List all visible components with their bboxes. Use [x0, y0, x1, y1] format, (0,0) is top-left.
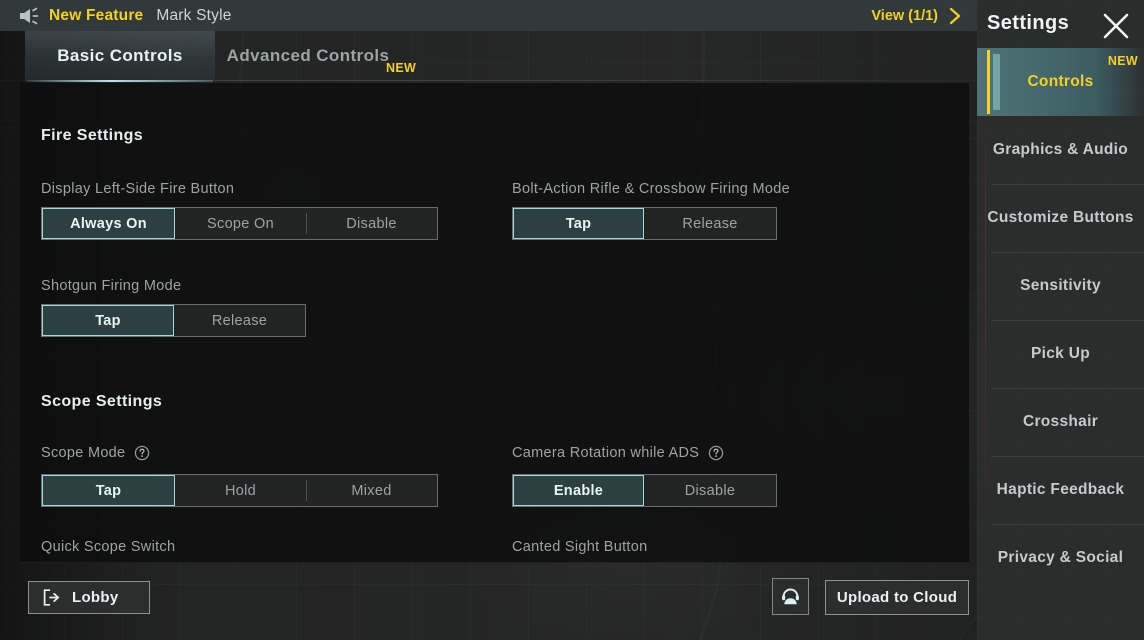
label-text: Camera Rotation while ADS	[512, 445, 700, 461]
tab-strip: Basic Controls Advanced Controls NEW	[0, 31, 977, 83]
tab-advanced-new-badge: NEW	[386, 61, 417, 75]
sidebar-item-sensitivity-label: Sensitivity	[1020, 277, 1101, 294]
label-text: Canted Sight Button	[512, 539, 648, 555]
upload-to-cloud-button[interactable]: Upload to Cloud	[825, 580, 969, 615]
segmented-scope-mode[interactable]: Tap Hold Mixed	[41, 474, 438, 507]
close-button[interactable]	[1100, 10, 1132, 42]
segmented-bolt-action-firing-mode[interactable]: Tap Release	[512, 207, 777, 240]
segmented-display-left-side-fire-button[interactable]: Always On Scope On Disable	[41, 207, 438, 240]
view-pager[interactable]: View (1/1)	[871, 7, 977, 25]
announcement-left: New Feature Mark Style	[0, 7, 232, 25]
sidebar-item-crosshair[interactable]: Crosshair	[977, 388, 1144, 456]
settings-content-panel: Fire Settings Display Left-Side Fire But…	[20, 83, 969, 563]
segment-always-on[interactable]: Always On	[42, 208, 175, 239]
upload-to-cloud-label: Upload to Cloud	[836, 589, 958, 606]
sidebar-menu: Controls NEW Graphics & Audio Customize …	[977, 48, 1144, 592]
section-title-fire-settings: Fire Settings	[41, 127, 144, 144]
segment-shotgun-tap[interactable]: Tap	[42, 305, 174, 336]
sidebar-item-controls[interactable]: Controls NEW	[977, 48, 1144, 116]
new-feature-text: Mark Style	[156, 6, 232, 24]
segment-disable[interactable]: Disable	[306, 208, 437, 239]
label-bolt-action-rifle-crossbow-firing-mode: Bolt-Action Rifle & Crossbow Firing Mode	[512, 181, 790, 197]
label-text: Quick Scope Switch	[41, 539, 176, 555]
help-icon[interactable]	[708, 445, 724, 461]
label-text: Display Left-Side Fire Button	[41, 181, 235, 197]
tab-advanced-controls[interactable]: Advanced Controls	[215, 31, 401, 81]
segment-bolt-release[interactable]: Release	[644, 208, 776, 239]
label-text: Bolt-Action Rifle & Crossbow Firing Mode	[512, 181, 790, 197]
sidebar-controls-new-badge: NEW	[1107, 54, 1138, 68]
sidebar-item-graphics-audio-label: Graphics & Audio	[992, 141, 1129, 158]
sidebar-item-sensitivity[interactable]: Sensitivity	[977, 252, 1144, 320]
segment-scope-hold[interactable]: Hold	[175, 475, 306, 506]
segment-camera-enable[interactable]: Enable	[513, 475, 644, 506]
customer-support-button[interactable]	[772, 578, 809, 615]
lobby-button-label: Lobby	[72, 589, 119, 606]
segment-camera-disable[interactable]: Disable	[644, 475, 776, 506]
sidebar-item-haptic-feedback-label: Haptic Feedback	[996, 481, 1125, 498]
sidebar-item-customize-buttons-label: Customize Buttons	[987, 209, 1134, 226]
segment-scope-mixed[interactable]: Mixed	[306, 475, 437, 506]
sidebar-item-pick-up[interactable]: Pick Up	[977, 320, 1144, 388]
segment-shotgun-release[interactable]: Release	[174, 305, 305, 336]
sidebar-item-controls-label: Controls	[1027, 73, 1094, 90]
sidebar-item-privacy-social[interactable]: Privacy & Social	[977, 524, 1144, 592]
sidebar-item-haptic-feedback[interactable]: Haptic Feedback	[977, 456, 1144, 524]
sidebar-item-customize-buttons[interactable]: Customize Buttons	[977, 184, 1144, 252]
settings-screen: New Feature Mark Style View (1/1) Basic …	[0, 0, 1144, 640]
tab-advanced-controls-label: Advanced Controls	[226, 46, 390, 65]
sidebar-header: Settings	[977, 0, 1144, 48]
label-scope-mode: Scope Mode	[41, 445, 150, 461]
section-title-scope-settings: Scope Settings	[41, 393, 163, 410]
view-count-label: View (1/1)	[871, 7, 938, 24]
settings-sidebar: Settings Controls NEW Graphics & Audio C…	[977, 0, 1144, 640]
chevron-right-icon[interactable]	[948, 7, 963, 25]
label-quick-scope-switch: Quick Scope Switch	[41, 539, 175, 555]
exit-door-icon	[43, 589, 60, 606]
help-icon[interactable]	[134, 445, 150, 461]
segment-scope-on[interactable]: Scope On	[175, 208, 306, 239]
label-camera-rotation-while-ads: Camera Rotation while ADS	[512, 445, 724, 461]
bottom-action-bar: Lobby Upload to Cloud	[0, 563, 977, 640]
sidebar-item-pick-up-label: Pick Up	[1031, 345, 1090, 362]
segmented-camera-rotation-while-ads[interactable]: Enable Disable	[512, 474, 777, 507]
segmented-shotgun-firing-mode[interactable]: Tap Release	[41, 304, 306, 337]
segment-scope-tap[interactable]: Tap	[42, 475, 175, 506]
announcement-bar: New Feature Mark Style View (1/1)	[0, 0, 977, 31]
speaker-announcement-icon	[20, 7, 39, 24]
label-shotgun-firing-mode: Shotgun Firing Mode	[41, 278, 181, 294]
headset-person-icon	[782, 588, 799, 605]
sidebar-active-accent	[993, 54, 1000, 110]
lobby-button[interactable]: Lobby	[28, 581, 150, 614]
sidebar-item-privacy-social-label: Privacy & Social	[997, 549, 1124, 566]
sidebar-item-graphics-audio[interactable]: Graphics & Audio	[977, 116, 1144, 184]
tab-basic-controls[interactable]: Basic Controls	[25, 31, 215, 82]
close-icon	[1103, 13, 1129, 39]
label-canted-sight-button: Canted Sight Button	[512, 539, 648, 555]
sidebar-title: Settings	[987, 12, 1070, 34]
tab-basic-controls-label: Basic Controls	[57, 46, 183, 65]
label-display-left-side-fire-button: Display Left-Side Fire Button	[41, 181, 234, 197]
label-text: Shotgun Firing Mode	[41, 278, 182, 294]
new-feature-tag: New Feature	[49, 6, 144, 24]
segment-bolt-tap[interactable]: Tap	[513, 208, 644, 239]
label-text: Scope Mode	[41, 445, 126, 461]
sidebar-item-crosshair-label: Crosshair	[1022, 413, 1099, 430]
